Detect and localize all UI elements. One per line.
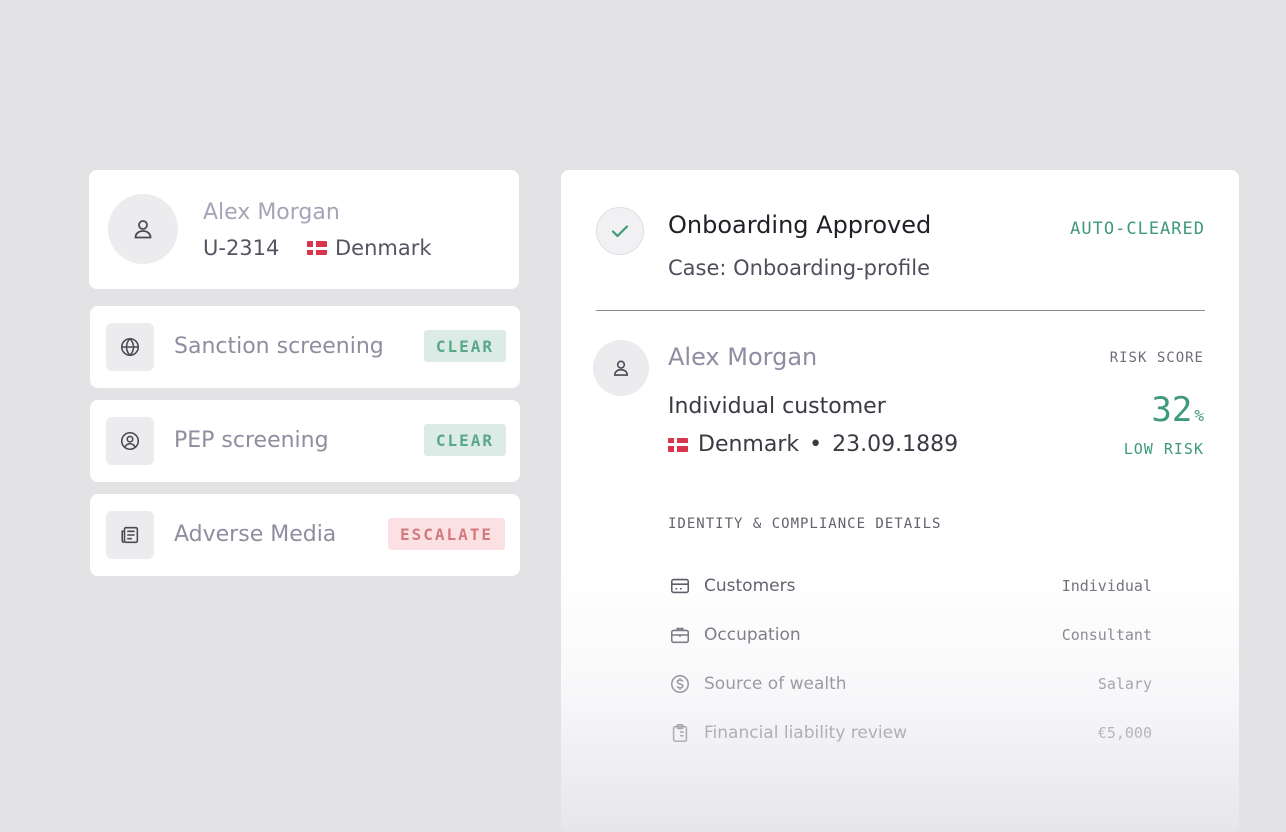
status-badge-pep: CLEAR xyxy=(423,424,506,456)
avatar xyxy=(108,194,178,264)
risk-score-value: 32 xyxy=(1151,390,1193,430)
customer-type: Individual customer xyxy=(668,394,886,419)
risk-score: 32 % xyxy=(1151,390,1204,430)
pep-icon-box xyxy=(106,417,154,465)
detail-row-source-of-wealth: Source of wealth Salary xyxy=(668,671,1152,697)
denmark-flag-icon xyxy=(307,241,327,255)
detail-label: Occupation xyxy=(704,625,801,645)
meta-separator: • xyxy=(809,432,823,457)
user-icon xyxy=(134,220,152,239)
approved-check xyxy=(596,207,644,255)
newspaper-icon xyxy=(121,526,139,544)
user-id: U-2314 xyxy=(203,236,280,260)
profile-country: Denmark xyxy=(307,236,432,260)
risk-score-unit: % xyxy=(1194,406,1204,425)
media-icon-box xyxy=(106,511,154,559)
risk-level: LOW RISK xyxy=(1123,440,1204,458)
sanction-screening-label: Sanction screening xyxy=(174,334,384,359)
denmark-flag-icon xyxy=(668,437,688,452)
divider xyxy=(596,310,1205,311)
profile-card[interactable]: Alex Morgan U-2314 Denmark xyxy=(89,170,519,289)
detail-value: €5,000 xyxy=(1097,724,1152,742)
user-icon xyxy=(613,360,629,376)
globe-icon xyxy=(120,337,140,357)
user-circle-icon xyxy=(120,431,140,451)
clipboard-icon xyxy=(668,721,692,745)
detail-row-financial-liability: Financial liability review €5,000 xyxy=(668,720,1152,746)
detail-row-customers: Customers Individual xyxy=(668,573,1152,599)
approval-title: Onboarding Approved xyxy=(668,211,932,239)
detail-label: Source of wealth xyxy=(704,674,847,694)
adverse-media-label: Adverse Media xyxy=(174,522,337,547)
id-card-icon xyxy=(668,574,692,598)
details-heading: IDENTITY & COMPLIANCE DETAILS xyxy=(668,516,942,532)
sanction-screening-row[interactable]: Sanction screening CLEAR xyxy=(90,306,520,388)
status-badge-media: ESCALATE xyxy=(387,518,505,550)
detail-value: Salary xyxy=(1097,675,1152,693)
detail-label: Customers xyxy=(704,576,796,596)
customer-name: Alex Morgan xyxy=(668,343,818,371)
pep-screening-row[interactable]: PEP screening CLEAR xyxy=(90,400,520,482)
detail-label: Financial liability review xyxy=(704,723,908,743)
profile-name: Alex Morgan xyxy=(203,200,340,225)
customer-dob: 23.09.1889 xyxy=(832,432,959,457)
customer-meta: Denmark • 23.09.1889 xyxy=(668,432,958,457)
auto-cleared-tag: AUTO-CLEARED xyxy=(1070,219,1205,239)
status-badge-sanction: CLEAR xyxy=(423,330,506,362)
profile-country-label: Denmark xyxy=(335,236,432,260)
detail-row-occupation: Occupation Consultant xyxy=(668,622,1152,648)
fade-overlay xyxy=(561,570,1239,832)
detail-value: Consultant xyxy=(1061,626,1152,644)
onboarding-details-card: Onboarding Approved Case: Onboarding-pro… xyxy=(561,170,1239,832)
sanction-icon-box xyxy=(106,323,154,371)
check-icon xyxy=(611,225,629,238)
customer-country: Denmark xyxy=(698,432,800,457)
dollar-circle-icon xyxy=(668,672,692,696)
briefcase-icon xyxy=(668,623,692,647)
detail-value: Individual xyxy=(1061,577,1152,595)
case-label: Case: Onboarding-profile xyxy=(668,256,931,280)
pep-screening-label: PEP screening xyxy=(174,428,329,453)
customer-avatar xyxy=(593,340,649,396)
adverse-media-row[interactable]: Adverse Media ESCALATE xyxy=(90,494,520,576)
risk-score-label: RISK SCORE xyxy=(1109,350,1204,366)
